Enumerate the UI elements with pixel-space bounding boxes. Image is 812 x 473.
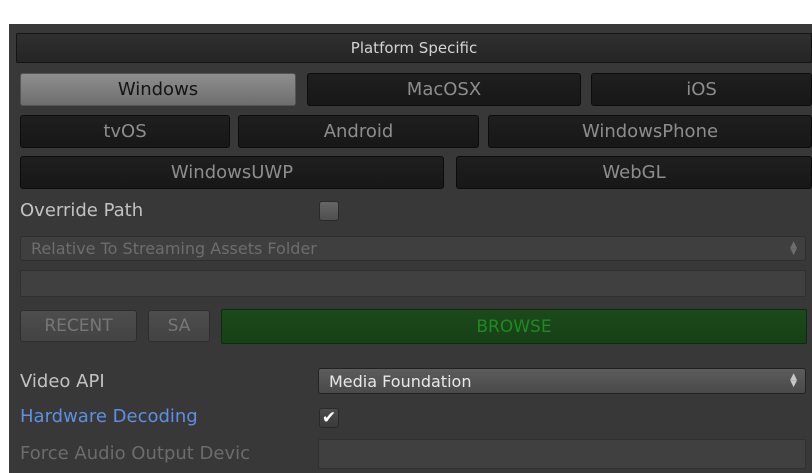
sa-button[interactable]: SA xyxy=(148,310,210,342)
force-audio-output-label: Force Audio Output Devic xyxy=(20,443,251,464)
recent-button-label: RECENT xyxy=(44,316,113,336)
video-api-label: Video API xyxy=(20,371,105,392)
platform-tab-android[interactable]: Android xyxy=(238,115,479,148)
browse-button-label: BROWSE xyxy=(476,316,552,337)
platform-tab-tvos[interactable]: tvOS xyxy=(20,115,230,148)
platform-specific-header: Platform Specific xyxy=(16,33,812,63)
video-api-dropdown[interactable]: Media Foundation ▲ ▼ xyxy=(318,368,806,394)
platform-tab-windows[interactable]: Windows xyxy=(20,73,296,106)
path-mode-dropdown[interactable]: Relative To Streaming Assets Folder ▲ ▼ xyxy=(20,236,806,261)
dropdown-arrows-icon: ▲ ▼ xyxy=(790,239,797,257)
platform-tab-label: iOS xyxy=(686,79,717,100)
platform-tab-label: tvOS xyxy=(103,121,147,142)
platform-tab-label: WindowsPhone xyxy=(581,121,719,142)
path-input[interactable] xyxy=(20,270,806,297)
platform-tab-ios[interactable]: iOS xyxy=(591,73,812,106)
sa-button-label: SA xyxy=(167,316,191,336)
platform-tab-windowsuwp[interactable]: WindowsUWP xyxy=(20,156,444,189)
force-audio-output-input[interactable] xyxy=(318,439,806,469)
hardware-decoding-checkbox[interactable]: ✔ xyxy=(319,408,339,428)
platform-tab-label: MacOSX xyxy=(406,79,482,100)
checkmark-icon: ✔ xyxy=(321,408,337,428)
platform-tab-label: Android xyxy=(323,121,394,142)
recent-button[interactable]: RECENT xyxy=(20,310,137,342)
path-mode-value: Relative To Streaming Assets Folder xyxy=(31,239,317,258)
platform-tab-webgl[interactable]: WebGL xyxy=(456,156,812,189)
platform-tab-label: WindowsUWP xyxy=(170,162,294,183)
browse-button[interactable]: BROWSE xyxy=(221,309,807,344)
platform-tab-macosx[interactable]: MacOSX xyxy=(307,73,581,106)
override-path-label: Override Path xyxy=(20,200,144,221)
video-api-value: Media Foundation xyxy=(329,371,472,391)
platform-tab-label: WebGL xyxy=(602,162,666,183)
platform-tab-label: Windows xyxy=(117,79,199,100)
platform-tab-windowsphone[interactable]: WindowsPhone xyxy=(488,115,812,148)
section-title: Platform Specific xyxy=(350,39,478,57)
hardware-decoding-label: Hardware Decoding xyxy=(20,406,198,427)
dropdown-arrows-icon: ▲ ▼ xyxy=(790,372,797,389)
override-path-checkbox[interactable] xyxy=(319,201,339,221)
